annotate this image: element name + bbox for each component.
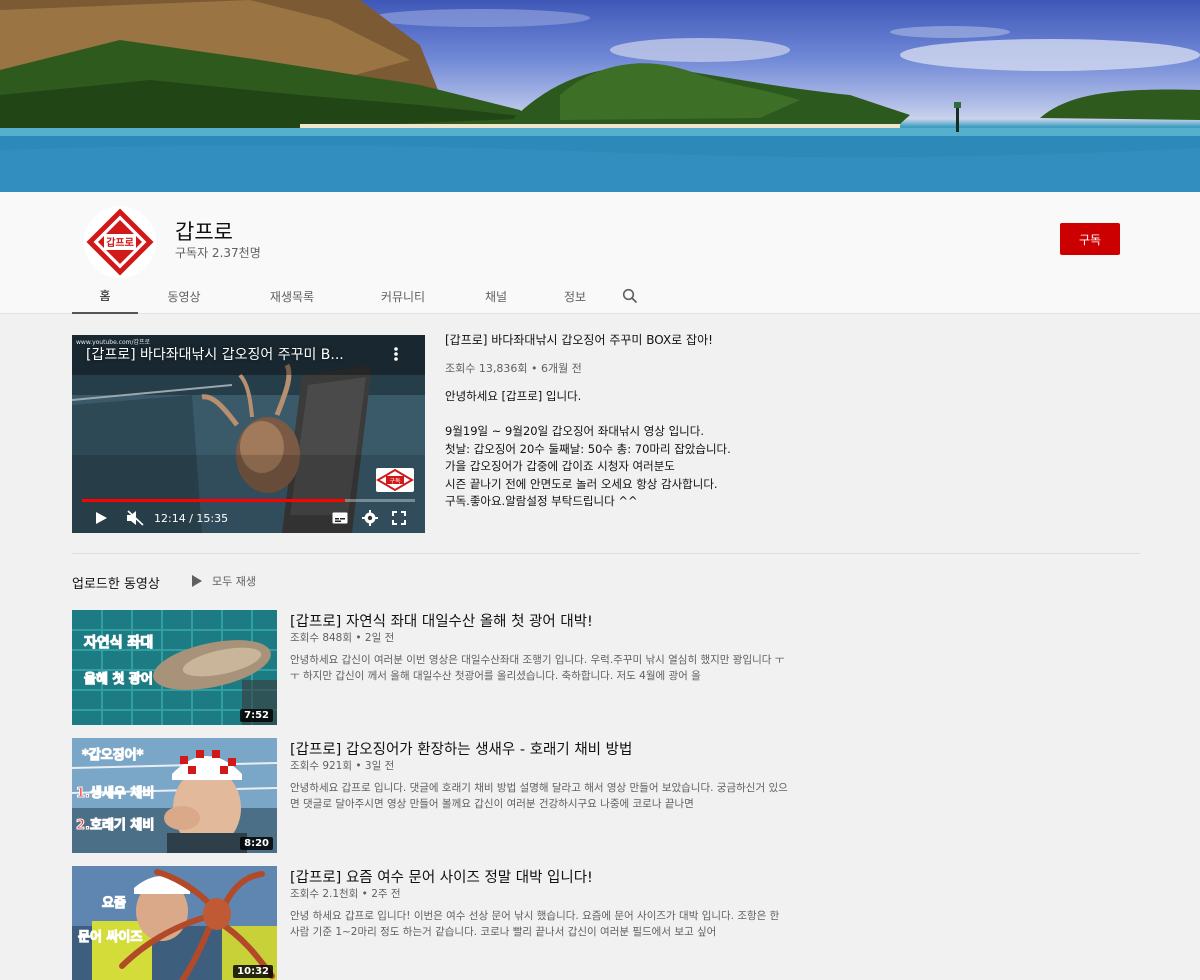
video-description: 안녕 하세요 갑프로 입니다! 이번은 여수 선상 문어 낚시 했습니다. 요즘…	[290, 910, 780, 938]
featured-video-title[interactable]: [갑프로] 바다좌대낚시 갑오징어 주꾸미 BOX로 잡아!	[445, 332, 1145, 348]
video-meta: 조회수 921회 • 3일 전	[290, 760, 395, 772]
svg-text:구독: 구독	[389, 478, 401, 485]
description-line: 안녕하세요 [갑프로] 입니다.	[445, 389, 582, 403]
featured-video-info: [갑프로] 바다좌대낚시 갑오징어 주꾸미 BOX로 잡아! 조회수 13,83…	[445, 332, 1145, 511]
thumbnail-caption: 문어 싸이즈	[77, 930, 143, 946]
description-line: 첫날: 갑오징어 20수 둘째날: 50수 총: 70마리 잡았습니다.	[445, 441, 731, 456]
play-all-button[interactable]: 모두 재생	[192, 573, 256, 589]
player-time: 12:14 / 15:35	[154, 512, 229, 525]
subscribe-button[interactable]: 구독	[1060, 223, 1120, 255]
featured-video-meta: 조회수 13,836회 • 6개월 전	[445, 362, 582, 375]
video-duration: 8:20	[240, 837, 273, 850]
description-line: 시즌 끝나기 전에 안면도로 놀러 오세요 항상 감사합니다.	[445, 476, 718, 491]
thumbnail-caption: 1.생새우 채비	[75, 786, 155, 802]
play-all-icon	[192, 575, 202, 587]
tab-home[interactable]: 홈	[72, 278, 138, 314]
tab-channels[interactable]: 채널	[452, 278, 540, 314]
thumbnail-caption: 올해 첫 광어	[84, 672, 154, 688]
mute-icon[interactable]	[126, 510, 144, 526]
video-list-item[interactable]: 자연식 좌대 올해 첫 광어 7:52 [갑프로] 자연식 좌대 대일수산 올해…	[72, 610, 792, 725]
video-description: 안녕하세요 갑프로 입니다. 댓글에 호래기 채비 방법 설명해 달라고 해서 …	[290, 782, 788, 810]
section-divider	[72, 553, 1140, 554]
video-meta: 조회수 2.1천회 • 2주 전	[290, 888, 401, 900]
thumbnail-caption: 자연식 좌대	[83, 635, 154, 652]
play-icon[interactable]	[94, 511, 108, 525]
subscriber-count: 구독자 2.37천명	[175, 246, 261, 260]
fullscreen-icon[interactable]	[392, 511, 406, 525]
subscribe-stamp-icon: 구독	[376, 468, 414, 492]
channel-avatar[interactable]: 갑프로	[84, 206, 156, 278]
progress-bar-fill	[82, 499, 346, 502]
player-overlay-title[interactable]: [갑프로] 바다좌대낚시 갑오징어 주꾸미 B...	[86, 344, 344, 364]
featured-video-player[interactable]: www.youtube.com/갑프로 [갑프로] 바다좌대낚시 갑오징어 주꾸…	[72, 335, 425, 533]
tab-about[interactable]: 정보	[540, 278, 610, 314]
video-list-item[interactable]: *갑오징어* 1.생새우 채비 2.호래기 채비 8:20 [갑프로] 갑오징어…	[72, 738, 792, 853]
thumbnail-caption: 2.호래기 채비	[75, 818, 155, 834]
progress-bar[interactable]	[82, 499, 415, 502]
thumbnail-caption: *갑오징어*	[81, 748, 144, 764]
featured-video-description: 안녕하세요 [갑프로] 입니다. 9월19일 ~ 9월20일 갑오징어 좌대낚시…	[445, 388, 1145, 511]
tab-videos[interactable]: 동영상	[138, 278, 230, 314]
description-line: 9월19일 ~ 9월20일 갑오징어 좌대낚시 영상 입니다.	[445, 424, 704, 438]
subscribe-watermark[interactable]: 구독	[376, 468, 414, 492]
video-duration: 10:32	[233, 965, 273, 978]
subtitles-icon[interactable]	[332, 512, 348, 524]
uploads-section-title[interactable]: 업로드한 동영상	[72, 573, 160, 592]
video-title[interactable]: [갑프로] 자연식 좌대 대일수산 올해 첫 광어 대박!	[290, 610, 593, 631]
description-line: 구독.좋아요.알람설정 부탁드립니다 ^^	[445, 494, 638, 508]
video-description: 안녕하세요 갑신이 여러분 이번 영상은 대일수산좌대 조행기 입니다. 우럭.…	[290, 654, 785, 682]
channel-name: 갑프로	[175, 220, 233, 244]
thumbnail-image	[72, 866, 277, 980]
video-thumbnail[interactable]: *갑오징어* 1.생새우 채비 2.호래기 채비 8:20	[72, 738, 277, 853]
tab-community[interactable]: 커뮤니티	[354, 278, 452, 314]
video-meta: 조회수 848회 • 2일 전	[290, 632, 395, 644]
video-title[interactable]: [갑프로] 갑오징어가 환장하는 생새우 - 호래기 채비 방법	[290, 738, 632, 759]
player-controls: 12:14 / 15:35	[72, 503, 425, 533]
video-list-item[interactable]: 요즘 문어 싸이즈 10:32 [갑프로] 요즘 여수 문어 사이즈 정말 대박…	[72, 866, 792, 980]
channel-header: 갑프로 갑프로 구독자 2.37천명 구독 홈 동영상 재생목록 커뮤니티 채널…	[0, 192, 1200, 314]
banner-landscape	[0, 0, 1200, 192]
channel-logo: 갑프로	[84, 206, 156, 278]
tab-playlists[interactable]: 재생목록	[230, 278, 354, 314]
channel-tabs: 홈 동영상 재생목록 커뮤니티 채널 정보	[72, 278, 650, 314]
settings-gear-icon[interactable]	[362, 510, 378, 526]
channel-search-button[interactable]	[610, 278, 650, 314]
thumbnail-caption: 요즘	[102, 896, 127, 912]
video-duration: 7:52	[240, 709, 273, 722]
svg-text:갑프로: 갑프로	[106, 237, 134, 249]
video-thumbnail[interactable]: 자연식 좌대 올해 첫 광어 7:52	[72, 610, 277, 725]
more-options-icon[interactable]	[389, 345, 403, 363]
video-thumbnail[interactable]: 요즘 문어 싸이즈 10:32	[72, 866, 277, 980]
video-title[interactable]: [갑프로] 요즘 여수 문어 사이즈 정말 대박 입니다!	[290, 866, 593, 887]
channel-banner	[0, 0, 1200, 192]
description-line	[445, 406, 1145, 424]
description-line: 가을 갑오징어가 갑중에 갑이죠 시청자 여러분도	[445, 459, 675, 473]
search-icon	[622, 288, 638, 304]
play-all-label: 모두 재생	[212, 575, 256, 588]
